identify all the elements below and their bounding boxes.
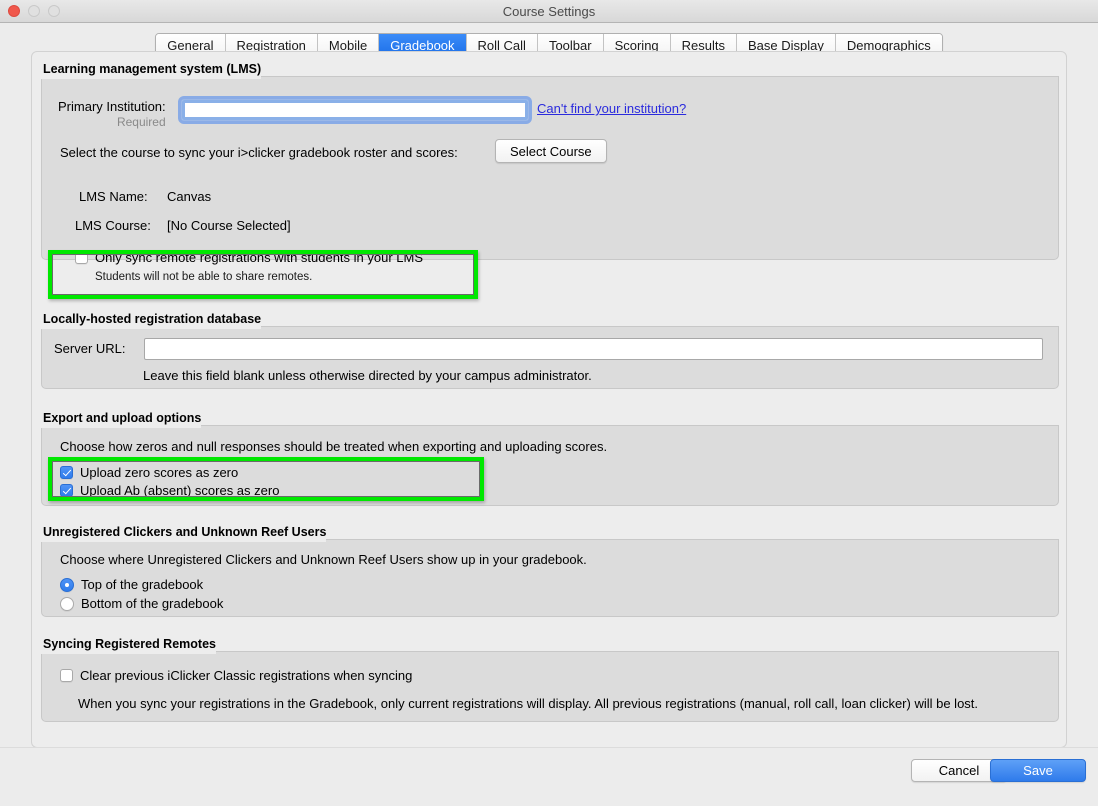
server-url-label: Server URL: <box>54 341 126 356</box>
export-description: Choose how zeros and null responses shou… <box>60 439 608 454</box>
only-sync-remote-registrations-checkbox[interactable] <box>75 251 88 264</box>
select-course-description: Select the course to sync your i>clicker… <box>60 145 458 160</box>
clear-previous-registrations-checkbox[interactable] <box>60 669 73 682</box>
lms-course-label: LMS Course: <box>75 218 151 233</box>
only-sync-remote-registrations-row[interactable]: Only sync remote registrations with stud… <box>75 250 423 265</box>
upload-ab-scores-checkbox[interactable] <box>60 484 73 497</box>
close-window-button[interactable] <box>8 5 20 17</box>
export-group: Export and upload options Choose how zer… <box>41 409 1059 506</box>
lms-course-value: [No Course Selected] <box>167 218 291 233</box>
only-sync-remote-registrations-note: Students will not be able to share remot… <box>95 271 313 283</box>
dialog-footer: Cancel Save <box>0 747 1098 806</box>
radio-top-of-gradebook-row[interactable]: Top of the gradebook <box>60 577 203 592</box>
unregistered-description: Choose where Unregistered Clickers and U… <box>60 552 587 567</box>
upload-ab-scores-row[interactable]: Upload Ab (absent) scores as zero <box>60 483 279 498</box>
upload-ab-scores-label: Upload Ab (absent) scores as zero <box>80 483 280 498</box>
server-url-note: Leave this field blank unless otherwise … <box>143 368 592 383</box>
radio-top-of-gradebook[interactable] <box>60 577 74 592</box>
minimize-window-button[interactable] <box>28 5 40 17</box>
lms-name-label: LMS Name: <box>79 189 148 204</box>
maximize-window-button[interactable] <box>48 5 60 17</box>
window-title: Course Settings <box>502 3 596 19</box>
course-settings-window: Course Settings General Registration Mob… <box>0 0 1098 806</box>
cant-find-institution-link[interactable]: Can't find your institution? <box>537 101 686 116</box>
radio-bottom-of-gradebook-row[interactable]: Bottom of the gradebook <box>60 596 223 611</box>
lms-name-value: Canvas <box>167 189 212 204</box>
unregistered-group-title: Unregistered Clickers and Unknown Reef U… <box>41 525 327 542</box>
syncing-note: When you sync your registrations in the … <box>78 696 979 711</box>
upload-zero-scores-label: Upload zero scores as zero <box>80 465 239 480</box>
upload-zero-scores-row[interactable]: Upload zero scores as zero <box>60 465 238 480</box>
select-course-button[interactable]: Select Course <box>495 139 607 163</box>
clear-previous-registrations-label: Clear previous iClicker Classic registra… <box>80 668 413 683</box>
export-group-box: Choose how zeros and null responses shou… <box>41 426 1059 506</box>
syncing-group-box: Clear previous iClicker Classic registra… <box>41 652 1059 722</box>
primary-institution-required-label: Required <box>116 115 166 129</box>
local-db-group: Locally-hosted registration database Ser… <box>41 310 1059 389</box>
upload-zero-scores-checkbox[interactable] <box>60 466 73 479</box>
primary-institution-label: Primary Institution: <box>58 99 166 114</box>
window-controls <box>8 5 60 17</box>
clear-previous-registrations-row[interactable]: Clear previous iClicker Classic registra… <box>60 668 412 683</box>
radio-top-of-gradebook-label: Top of the gradebook <box>81 577 204 592</box>
export-group-title: Export and upload options <box>41 411 202 428</box>
unregistered-group: Unregistered Clickers and Unknown Reef U… <box>41 523 1059 617</box>
unregistered-group-box: Choose where Unregistered Clickers and U… <box>41 540 1059 617</box>
local-db-group-title: Locally-hosted registration database <box>41 312 262 329</box>
save-button[interactable]: Save <box>990 759 1086 782</box>
server-url-input[interactable] <box>144 338 1043 360</box>
gradebook-settings-panel: Learning management system (LMS) Primary… <box>31 51 1067 748</box>
primary-institution-input[interactable] <box>181 99 529 121</box>
local-db-group-box: Server URL: Leave this field blank unles… <box>41 327 1059 389</box>
syncing-group: Syncing Registered Remotes Clear previou… <box>41 635 1059 722</box>
syncing-group-title: Syncing Registered Remotes <box>41 637 216 654</box>
lms-group: Learning management system (LMS) Primary… <box>41 60 1059 283</box>
primary-institution-labels: Primary Institution: Required <box>58 99 166 129</box>
radio-bottom-of-gradebook[interactable] <box>60 596 74 611</box>
only-sync-remote-registrations-label: Only sync remote registrations with stud… <box>95 250 424 265</box>
title-bar: Course Settings <box>0 0 1098 23</box>
lms-group-title: Learning management system (LMS) <box>41 62 262 79</box>
radio-bottom-of-gradebook-label: Bottom of the gradebook <box>81 596 224 611</box>
lms-group-box: Primary Institution: Required Can't find… <box>41 77 1059 283</box>
